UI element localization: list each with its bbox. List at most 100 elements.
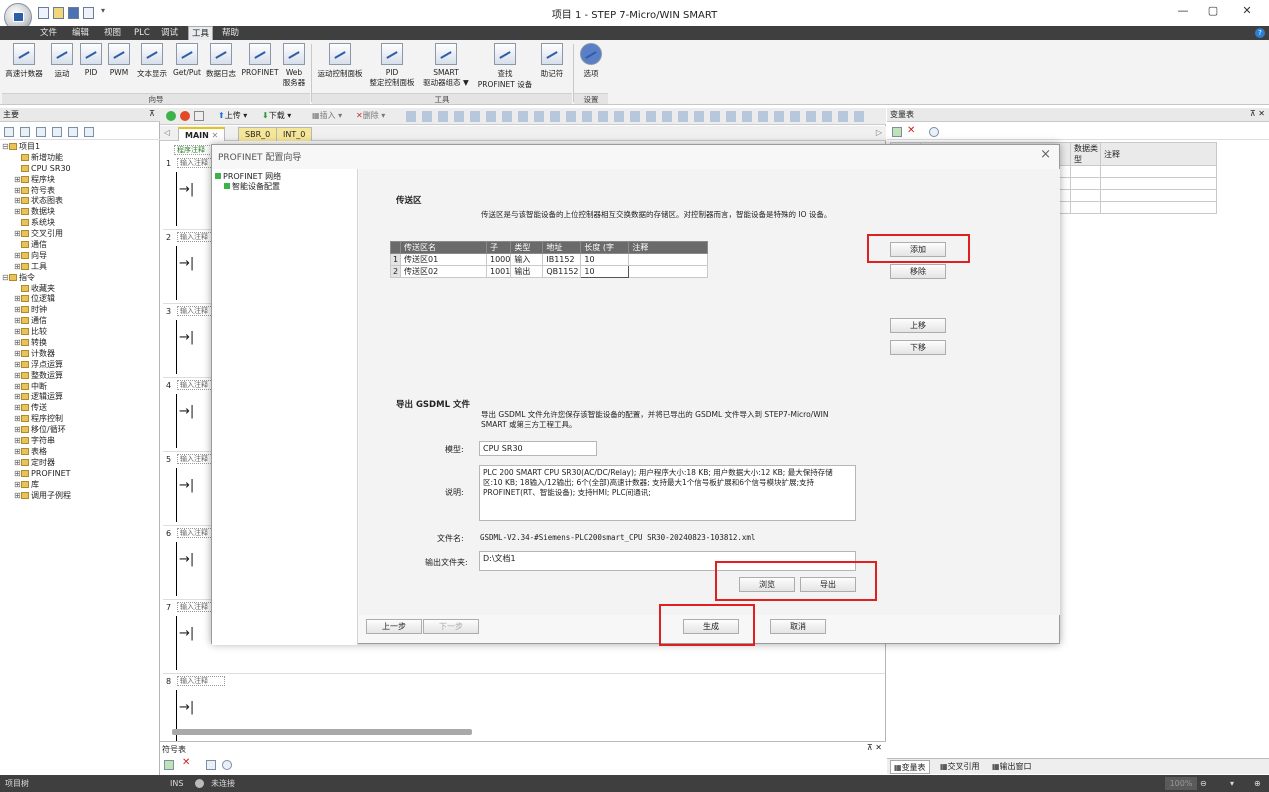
menu-edit[interactable]: 编辑 xyxy=(69,26,92,40)
expand-icon[interactable]: ⊞ xyxy=(14,229,21,240)
web-server-button[interactable]: Web 服务器 xyxy=(280,43,308,89)
tree-item[interactable]: ⊞ 通信 xyxy=(2,316,158,327)
table-row[interactable]: 1 传送区01 1000 输入 IB1152 10 xyxy=(390,253,708,266)
tree-item[interactable]: ⊞ PROFINET xyxy=(2,469,158,480)
tree-item[interactable]: ⊞ 向导 xyxy=(2,251,158,262)
expand-icon[interactable]: ⊞ xyxy=(14,491,21,502)
pid-wizard-button[interactable]: PID xyxy=(78,43,104,89)
tree-item[interactable]: ⊞ 整数运算 xyxy=(2,371,158,382)
tab-variable-table[interactable]: ▦变量表 xyxy=(890,760,930,774)
tab-main[interactable]: MAIN ✕ xyxy=(178,127,226,141)
expand-icon[interactable]: ⊞ xyxy=(14,403,21,414)
expand-icon[interactable]: ⊞ xyxy=(14,305,21,316)
cell-name[interactable]: 传送区01 xyxy=(400,253,487,266)
tree-item[interactable]: ⊞ 调用子例程 xyxy=(2,491,158,502)
expand-icon[interactable]: ⊞ xyxy=(14,414,21,425)
pin-icon[interactable]: ⊼ ✕ xyxy=(867,743,882,752)
tree-item[interactable]: ⊞ 比较 xyxy=(2,327,158,338)
tree-tool-icon[interactable] xyxy=(36,127,46,137)
tree-item[interactable]: ⊟ 指令 xyxy=(2,273,158,284)
zoom-out-icon[interactable]: ⊖ xyxy=(1200,775,1207,792)
tree-tool-icon[interactable] xyxy=(84,127,94,137)
pid-tuning-button[interactable]: PID 整定控制面板 xyxy=(366,43,418,89)
next-button[interactable]: 下一步 xyxy=(423,619,479,634)
add-button[interactable]: 添加 xyxy=(890,242,946,257)
previous-button[interactable]: 上一步 xyxy=(366,619,422,634)
expand-icon[interactable]: ⊞ xyxy=(14,447,21,458)
cell-sub[interactable]: 1000 xyxy=(485,253,512,266)
expand-icon[interactable]: ⊞ xyxy=(14,207,21,218)
expand-icon[interactable]: ⊟ xyxy=(2,142,9,153)
tree-item[interactable]: 收藏夹 xyxy=(2,284,158,295)
tree-item[interactable]: ⊞ 定时器 xyxy=(2,458,158,469)
expand-icon[interactable]: ⊞ xyxy=(14,338,21,349)
expand-icon[interactable]: ⊞ xyxy=(14,175,21,186)
tab-scroll-left-icon[interactable]: ◁ xyxy=(164,128,170,137)
tree-item[interactable]: ⊞ 符号表 xyxy=(2,186,158,197)
delete-button[interactable]: ✕删除 ▾ xyxy=(356,110,385,121)
pwm-wizard-button[interactable]: PWM xyxy=(106,43,132,89)
menu-debug[interactable]: 调试 xyxy=(158,26,181,40)
rung-arrow-icon[interactable]: →| xyxy=(179,626,194,641)
tree-item[interactable]: CPU SR30 xyxy=(2,164,158,175)
text-display-button[interactable]: 文本显示 xyxy=(134,43,170,89)
move-down-button[interactable]: 下移 xyxy=(890,340,946,355)
find-profinet-device-button[interactable]: 查找 PROFINET 设备 xyxy=(474,43,536,89)
cell-address[interactable]: QB1152 xyxy=(542,265,582,278)
remove-button[interactable]: 移除 xyxy=(890,264,946,279)
upload-button[interactable]: ⬆上传 ▾ xyxy=(218,110,247,121)
move-up-button[interactable]: 上移 xyxy=(890,318,946,333)
expand-icon[interactable]: ⊞ xyxy=(14,382,21,393)
hsc-wizard-button[interactable]: 高速计数器 xyxy=(2,43,46,89)
tree-tool-icon[interactable] xyxy=(20,127,30,137)
data-log-button[interactable]: 数据日志 xyxy=(203,43,239,89)
tree-item[interactable]: 通信 xyxy=(2,240,158,251)
rung-arrow-icon[interactable]: →| xyxy=(179,478,194,493)
tree-item[interactable]: ⊞ 交叉引用 xyxy=(2,229,158,240)
expand-icon[interactable]: ⊞ xyxy=(14,392,21,403)
pin-icon[interactable]: ⊼ ✕ xyxy=(1250,109,1265,118)
table-row[interactable]: 2 传送区02 1001 输出 QB1152 10 xyxy=(390,265,708,278)
cell-address[interactable]: IB1152 xyxy=(542,253,582,266)
run-icon[interactable] xyxy=(166,111,176,121)
tree-item[interactable]: 新增功能 xyxy=(2,153,158,164)
generate-button[interactable]: 生成 xyxy=(683,619,739,634)
get-put-button[interactable]: Get/Put xyxy=(171,43,203,89)
description-field[interactable]: PLC 200 SMART CPU SR30(AC/DC/Relay); 用户程… xyxy=(479,465,856,521)
help-icon[interactable]: ? xyxy=(1255,28,1265,38)
insert-row-icon[interactable] xyxy=(892,127,902,137)
tree-item[interactable]: ⊞ 转换 xyxy=(2,338,158,349)
motion-wizard-button[interactable]: 运动 xyxy=(49,43,75,89)
tree-item[interactable]: ⊞ 字符串 xyxy=(2,436,158,447)
expand-icon[interactable]: ⊟ xyxy=(2,273,9,284)
tree-item[interactable]: ⊞ 表格 xyxy=(2,447,158,458)
tree-item[interactable]: ⊞ 浮点运算 xyxy=(2,360,158,371)
expand-icon[interactable]: ⊞ xyxy=(14,425,21,436)
cancel-button[interactable]: 取消 xyxy=(770,619,826,634)
expand-icon[interactable]: ⊞ xyxy=(14,316,21,327)
stop-icon[interactable] xyxy=(180,111,190,121)
menu-plc[interactable]: PLC xyxy=(131,26,153,40)
symbol-tool-icon[interactable] xyxy=(222,760,232,770)
motion-panel-button[interactable]: 运动控制面板 xyxy=(313,43,367,89)
tree-item[interactable]: ⊞ 库 xyxy=(2,480,158,491)
smart-drive-button[interactable]: SMART 驱动器组态 ▼ xyxy=(418,43,474,89)
tree-item[interactable]: ⊞ 状态图表 xyxy=(2,196,158,207)
cell-comment[interactable] xyxy=(628,253,708,266)
rung-arrow-icon[interactable]: →| xyxy=(179,552,194,567)
horizontal-scrollbar[interactable] xyxy=(172,729,472,735)
tree-item[interactable]: ⊞ 计数器 xyxy=(2,349,158,360)
rung-arrow-icon[interactable]: →| xyxy=(179,256,194,271)
tree-item[interactable]: ⊞ 移位/循环 xyxy=(2,425,158,436)
cell-name[interactable]: 传送区02 xyxy=(400,265,487,278)
tree-item[interactable]: ⊞ 传送 xyxy=(2,403,158,414)
cell-comment[interactable] xyxy=(628,265,708,278)
close-button[interactable]: ✕ xyxy=(1232,4,1262,20)
tree-item[interactable]: ⊞ 时钟 xyxy=(2,305,158,316)
zoom-level[interactable]: 100% xyxy=(1165,777,1197,790)
rung-arrow-icon[interactable]: →| xyxy=(179,404,194,419)
restore-button[interactable]: ▢ xyxy=(1198,4,1228,20)
tree-item[interactable]: ⊞ 中断 xyxy=(2,382,158,393)
tree-item[interactable]: ⊞ 位逻辑 xyxy=(2,294,158,305)
compile-icon[interactable] xyxy=(194,111,204,121)
